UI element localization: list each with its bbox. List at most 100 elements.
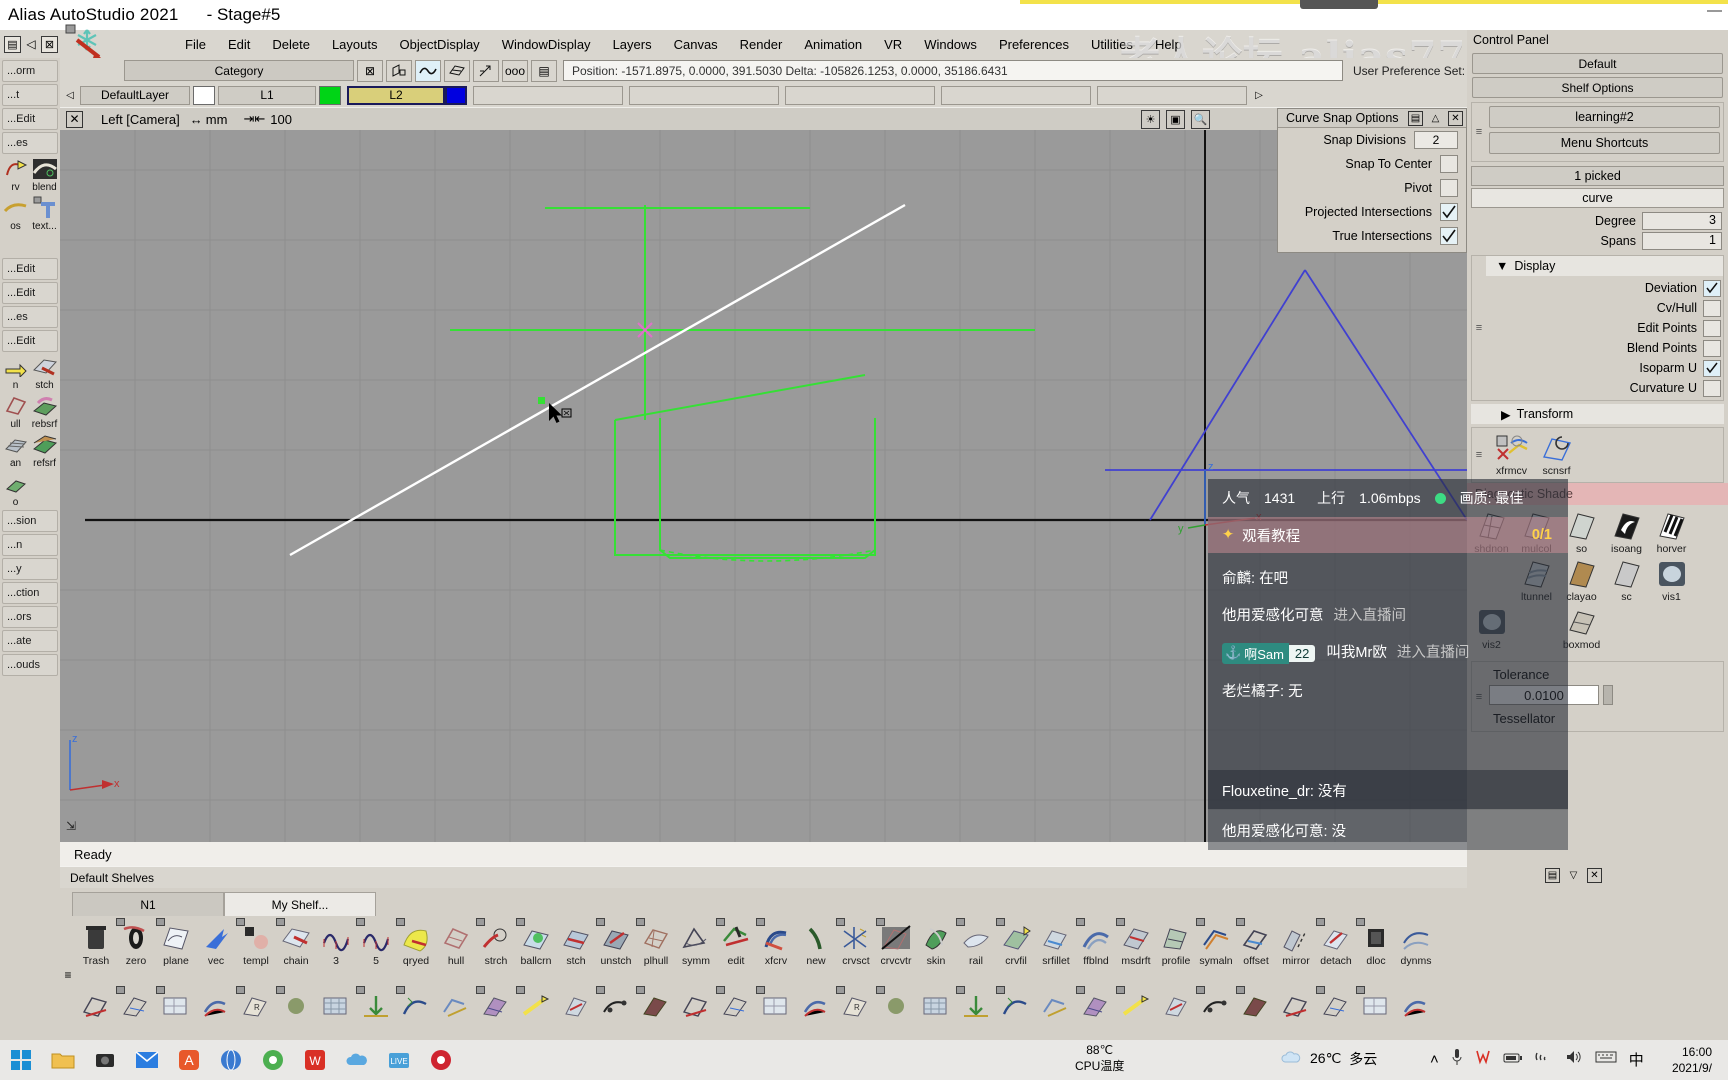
shelf-item-24[interactable] [1036,988,1076,1024]
mail-icon[interactable] [126,1041,168,1079]
left-section-8[interactable]: ...sion [2,510,58,532]
curvatureu-checkbox[interactable] [1703,379,1721,397]
degree-value[interactable]: 3 [1642,212,1722,230]
shelf-item-22[interactable] [956,986,996,1024]
chat-user-3[interactable]: 老烂橘子 [1222,684,1280,700]
snap-divisions-input[interactable]: 2 [1414,131,1458,149]
folder-icon[interactable] [42,1041,84,1079]
menu-layers[interactable]: Layers [602,34,663,55]
shelf-item-edit[interactable]: edit [716,918,756,967]
category-dropdown[interactable]: Category [124,60,354,81]
shelf-item-srfillet[interactable]: srfillet [1036,920,1076,967]
weather-widget[interactable]: 26℃ 多云 [1280,1048,1377,1069]
panel-collapse-icon[interactable]: ▽ [1566,868,1581,883]
chevron-up-icon[interactable]: ˄ [1430,1051,1439,1068]
chat-user-4[interactable]: Flouxetine_dr [1222,784,1310,800]
transform-collapse-icon[interactable]: ▶ [1471,407,1517,422]
menu-utilities[interactable]: Utilities [1080,34,1144,55]
layer-empty-5[interactable] [1097,85,1247,105]
layer-empty-3[interactable] [785,85,935,105]
snap-point-icon[interactable] [473,59,499,82]
shelf-item-chain[interactable]: chain [276,918,316,967]
shelf-item-12[interactable] [556,988,596,1024]
menu-help[interactable]: Help [1144,34,1193,55]
transform-section-header[interactable]: ▶ Transform [1471,404,1724,424]
cloud-icon[interactable] [336,1041,378,1079]
shelf-item-xfcrv[interactable]: xfcrv [756,918,796,967]
left-section-4[interactable]: ...Edit [2,258,58,280]
palette-list-icon[interactable]: ▤ [4,35,21,53]
curve-snap-close-icon[interactable]: ✕ [1448,110,1463,126]
layer-l1-color[interactable] [319,85,341,105]
left-tool-blend[interactable]: blend [31,156,58,193]
shelf-item-3[interactable]: 3 [316,920,356,967]
learning-button[interactable]: learning#2 [1489,106,1720,128]
shelf-item-18[interactable] [796,988,836,1024]
menu-preferences[interactable]: Preferences [988,34,1080,55]
menu-vr[interactable]: VR [873,34,913,55]
shelf-item-crvfil[interactable]: crvfil [996,918,1036,967]
pivot-checkbox[interactable] [1440,179,1458,197]
battery-icon[interactable] [1503,1051,1523,1068]
shelf-item-crvcvtr[interactable]: crvcvtr [876,918,916,967]
projected-intersections-checkbox[interactable] [1440,203,1458,221]
curve-snap-minimize-icon[interactable]: △ [1428,111,1443,126]
browser-icon[interactable] [210,1041,252,1079]
shelf-item-0[interactable] [76,988,116,1024]
layer-l2-color[interactable] [445,85,467,105]
left-section-13[interactable]: ...ate [2,630,58,652]
menu-render[interactable]: Render [729,34,794,55]
shelf-item-2[interactable] [156,986,196,1024]
minimize-icon[interactable]: — [1707,2,1722,19]
shelf-item-profile[interactable]: profile [1156,920,1196,967]
shelf-item-13[interactable] [596,986,636,1024]
diag-isoang[interactable]: isoang [1604,509,1649,555]
collapse-left-icon[interactable]: ◁ [25,37,37,51]
shelf-item-21[interactable] [916,988,956,1024]
layer-scroll-right-icon[interactable]: ▷ [1253,85,1265,105]
diag-sc[interactable]: sc [1604,557,1649,603]
left-tool-rv[interactable]: rv [2,156,29,193]
camera-icon[interactable] [84,1041,126,1079]
shelf-item-stch[interactable]: stch [556,920,596,967]
shelf-item-15[interactable] [676,988,716,1024]
left-section-6[interactable]: ...es [2,306,58,328]
display-expand-icon[interactable]: ▼ [1486,259,1514,273]
chat-task-banner[interactable]: ✦ 观看教程 0/1 [1208,517,1568,553]
shelf-item-23[interactable] [996,986,1036,1024]
shelf-item-Trash[interactable]: Trash [76,920,116,967]
volume-icon[interactable] [1565,1050,1583,1068]
snap-surface-icon[interactable] [444,59,470,82]
viewport-zoom-tool-icon[interactable]: 🔍 [1191,109,1210,129]
left-tool-n[interactable]: n [2,354,29,391]
shelf-item-crvsct[interactable]: crvsct [836,918,876,967]
left-section-12[interactable]: ...ors [2,606,58,628]
viewport-light-icon[interactable]: ☀ [1141,109,1160,129]
shelf-item-ballcrn[interactable]: ballcrn [516,918,556,967]
menu-delete[interactable]: Delete [261,34,321,55]
snap-to-center-checkbox[interactable] [1440,155,1458,173]
left-section-3[interactable]: ...es [2,132,58,154]
left-tool-o[interactable]: o [2,471,29,508]
shelf-item-offset[interactable]: offset [1236,918,1276,967]
editpoints-checkbox[interactable] [1703,319,1721,337]
left-section-10[interactable]: ...y [2,558,58,580]
left-section-11[interactable]: ...ction [2,582,58,604]
blendpoints-checkbox[interactable] [1703,339,1721,357]
left-tool-ull[interactable]: ull [2,393,29,430]
layer-scroll-left-icon[interactable]: ◁ [64,85,76,105]
shelf-item-ffblnd[interactable]: ffblnd [1076,918,1116,967]
left-tool-refsrf[interactable]: refsrf [31,432,58,469]
mini-shelf-xfrmcv[interactable]: xfrmcv [1489,431,1534,477]
close-palette-icon[interactable]: ⊠ [41,35,58,53]
shelf-item-strch[interactable]: strch [476,918,516,967]
left-section-5[interactable]: ...Edit [2,282,58,304]
wifi-icon[interactable] [1535,1050,1553,1068]
list-view-icon[interactable]: ▤ [531,59,557,82]
shelf-item-7[interactable] [356,986,396,1024]
shelf-item-3[interactable] [196,988,236,1024]
ime-indicator[interactable]: 中 [1629,1049,1644,1070]
snap-grid-icon[interactable] [386,59,412,82]
shelf-item-vec[interactable]: vec [196,920,236,967]
shelf-item-dynms[interactable]: dynms [1396,920,1436,967]
